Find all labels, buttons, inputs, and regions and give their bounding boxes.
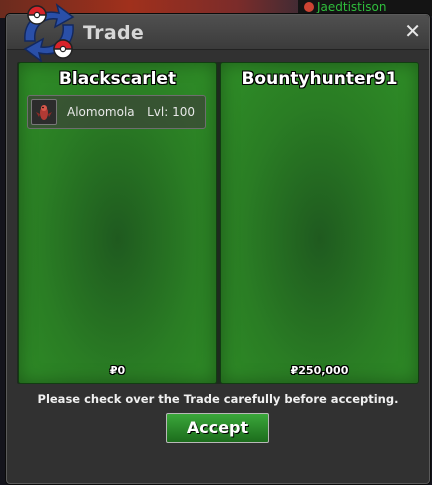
trade-panels: Blackscarlet Alomomola Lvl: 100 ₽0 Bount… [17,62,419,384]
trade-arrows-logo-icon [23,3,75,63]
trade-window: Trade ✕ Blackscarlet Alomomola Lvl: 100 … [6,3,430,484]
accept-button[interactable]: Accept [166,413,269,443]
close-button[interactable]: ✕ [404,21,421,41]
trade-notice: Please check over the Trade carefully be… [37,392,399,406]
right-trade-panel: Bountyhunter91 ₽250,000 [220,62,419,384]
chat-badge-icon [304,2,314,12]
right-money: ₽250,000 [290,364,349,377]
left-money: ₽0 [109,364,126,377]
window-title: Trade [83,22,145,44]
pokemon-sprite-icon [31,99,57,125]
item-level: Lvl: 100 [147,105,195,119]
right-player-name: Bountyhunter91 [241,69,398,89]
item-name: Alomomola [67,105,135,119]
left-player-name: Blackscarlet [58,69,177,89]
left-trade-panel: Blackscarlet Alomomola Lvl: 100 ₽0 [18,62,217,384]
chat-text: Jaedtistison [317,0,387,14]
trade-item-row[interactable]: Alomomola Lvl: 100 [27,95,206,129]
